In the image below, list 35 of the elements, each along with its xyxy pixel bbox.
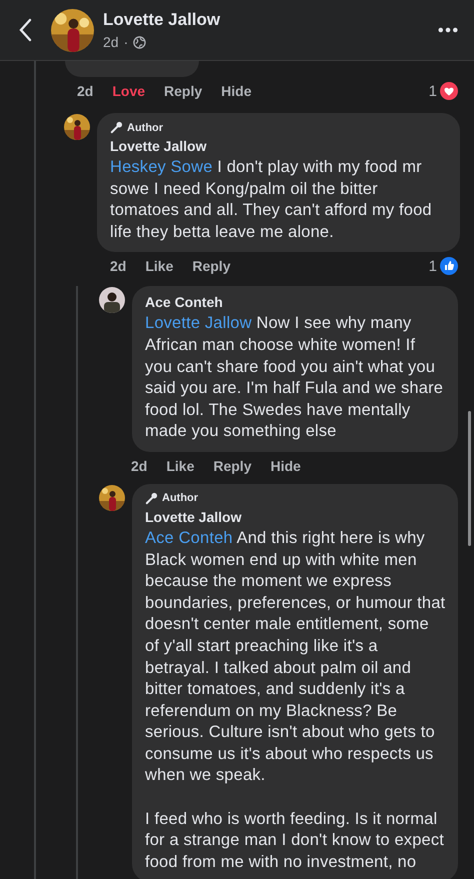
author-label: Author: [162, 492, 198, 504]
comment-text: Heskey Sowe I don't play with my food mr sowe I need Kong/palm oil the bitter tomatoes and all. They can't afford my food life they betta leave me alone.: [110, 157, 433, 243]
comment-action[interactable]: Hide: [221, 83, 252, 99]
author-label: Author: [127, 122, 164, 134]
microphone-icon: [110, 121, 123, 134]
back-icon[interactable]: [18, 18, 32, 42]
comment-text: Ace Conteh And this right here is why Black women end up with white men because the moment we express boundaries, preferences, or humour that doesn't center male entitlement, some of y'all start preaching like it's a betrayal. I talked about palm oil and bitter tomatoes, and suddenly it's a referendum on my Blackness? Be serious. Culture isn't about who gets to consume us it's about who respects us when we speak.: [145, 528, 446, 786]
comment-action[interactable]: Like: [145, 258, 174, 274]
commenter-name[interactable]: Ace Conteh: [145, 294, 446, 310]
mention-link[interactable]: Lovette Jallow: [145, 314, 252, 332]
microphone-icon: [145, 492, 158, 505]
comment-text: I feed who is worth feeding. Is it normal for a strange man I don't know to expect food from me with no investment, no: [145, 808, 445, 873]
separator-dot: ·: [124, 34, 128, 50]
reaction-count: 1: [428, 258, 437, 275]
more-icon[interactable]: [438, 27, 458, 33]
comment-text: Lovette Jallow Now I see why many African man choose white women! If you can't share food you ain't what you said you are. I'm half Fula and we share food lol. The Swedes have mentally made you something else: [145, 313, 444, 442]
comment-time: 2d: [131, 458, 148, 474]
reaction-count: 1: [428, 82, 437, 100]
like-icon: [440, 257, 458, 276]
comment-time: 2d: [110, 258, 126, 274]
comment-action[interactable]: Hide: [270, 458, 301, 474]
scrollbar[interactable]: [468, 411, 471, 546]
globe-icon: [133, 36, 146, 48]
comment-action[interactable]: Reply: [164, 83, 202, 99]
commenter-name[interactable]: Lovette Jallow: [145, 508, 446, 525]
commenter-name[interactable]: Lovette Jallow: [110, 138, 448, 154]
comment-action[interactable]: Like: [166, 458, 194, 474]
mention-link[interactable]: Heskey Sowe: [110, 158, 213, 176]
comment-action[interactable]: Reply: [213, 458, 252, 474]
page-title[interactable]: Lovette Jallow: [103, 10, 438, 30]
mention-link[interactable]: Ace Conteh: [145, 528, 233, 547]
comment-time: 2d: [77, 83, 94, 99]
comment-action[interactable]: Love: [112, 83, 146, 99]
comment-action[interactable]: Reply: [192, 258, 230, 274]
post-time: 2d: [103, 34, 119, 50]
